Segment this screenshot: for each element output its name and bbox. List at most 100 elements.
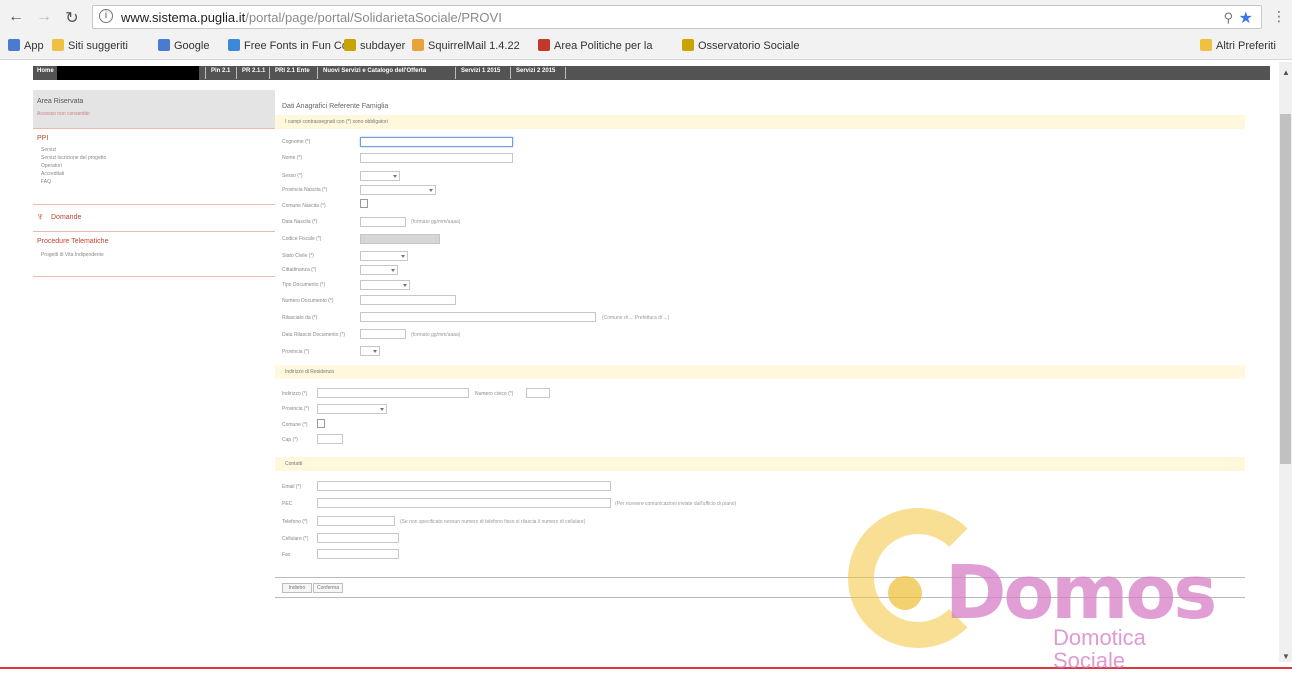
bookmark-area-politiche[interactable]: Area Politiche per la xyxy=(538,39,652,52)
bookmark-other[interactable]: Altri Preferiti xyxy=(1200,39,1276,52)
scroll-up-icon[interactable]: ▲ xyxy=(1282,68,1290,77)
nav-item[interactable]: PRI 2.1 Ente xyxy=(275,68,310,74)
url-text[interactable]: www.sistema.puglia.it/portal/page/portal… xyxy=(121,10,502,25)
conferma-button[interactable]: Conferma xyxy=(313,583,343,593)
sidebar-link[interactable]: Servizi Iscrizione del progetto xyxy=(41,155,106,161)
comune-nascita-checkbox[interactable] xyxy=(360,199,368,208)
page-scrollbar[interactable]: ▲ ▼ xyxy=(1279,62,1292,662)
date-hint: (formato gg/mm/aaaa) xyxy=(411,219,461,225)
nav-item[interactable]: PR 2.1.1 xyxy=(242,68,265,74)
stato-civile-select[interactable] xyxy=(360,251,408,261)
phone-hint: (Se non specificato nessun numero di tel… xyxy=(400,519,586,525)
nav-item[interactable]: Servizi 1 2015 xyxy=(461,68,500,74)
residence-section-band: Indirizzo di Residenza xyxy=(275,365,1245,379)
scroll-down-icon[interactable]: ▼ xyxy=(1282,652,1290,661)
res-provincia-select[interactable] xyxy=(317,404,387,414)
bookmark-icon xyxy=(344,39,356,51)
logo-dot-icon xyxy=(888,576,922,610)
nome-input[interactable] xyxy=(360,153,513,163)
codice-fiscale-input[interactable] xyxy=(360,234,440,244)
field-label: Data Nascita (*) xyxy=(282,219,318,225)
res-comune-checkbox[interactable] xyxy=(317,419,325,428)
section-heading: Indirizzo di Residenza xyxy=(285,369,334,375)
bookmark-osservatorio[interactable]: Osservatorio Sociale xyxy=(682,39,800,52)
email-input[interactable] xyxy=(317,481,611,491)
nav-separator xyxy=(317,67,318,79)
sidebar-link[interactable]: Accreditati xyxy=(41,171,64,177)
nav-item[interactable]: Pin 2.1 xyxy=(211,68,230,74)
indirizzo-input[interactable] xyxy=(317,388,469,398)
field-label: Cellulare (*) xyxy=(282,536,309,542)
provincia-select[interactable] xyxy=(360,346,380,356)
section-title: Procedure Telematiche xyxy=(37,238,109,245)
sidebar-link[interactable]: FAQ xyxy=(41,179,51,185)
nav-item[interactable]: Servizi 2 2015 xyxy=(516,68,555,74)
numero-civico-input[interactable] xyxy=(526,388,550,398)
plug-icon: ♆ xyxy=(36,211,45,223)
browser-toolbar: ← → ↻ i www.sistema.puglia.it/portal/pag… xyxy=(0,0,1292,34)
sidebar-section-domande[interactable]: ♆ Domande xyxy=(33,204,275,231)
sidebar-link[interactable]: Operatori xyxy=(41,163,62,169)
field-label: Fax xyxy=(282,552,291,558)
forward-icon[interactable]: → xyxy=(34,8,54,26)
pec-input[interactable] xyxy=(317,498,611,508)
address-bar[interactable]: i www.sistema.puglia.it/portal/page/port… xyxy=(92,5,1262,29)
sidebar: Area Riservata Accesso non consentito PP… xyxy=(33,90,275,658)
nav-separator xyxy=(269,67,270,79)
info-icon[interactable]: i xyxy=(99,9,113,23)
bookmark-subdayer[interactable]: subdayer xyxy=(344,39,405,52)
required-note: I campi contrassegnati con (*) sono obbl… xyxy=(285,119,388,125)
nav-home[interactable]: Home xyxy=(37,68,54,74)
sesso-select[interactable] xyxy=(360,171,400,181)
nav-separator xyxy=(205,67,206,79)
nav-separator xyxy=(236,67,237,79)
tipo-documento-select[interactable] xyxy=(360,280,410,290)
logo-word: Domos xyxy=(945,550,1217,636)
field-label: Provincia Nascita (*) xyxy=(282,187,328,193)
bookmark-icon xyxy=(52,39,64,51)
bookmark-icon xyxy=(228,39,240,51)
bookmark-free-fonts[interactable]: Free Fonts in Fun Col xyxy=(228,39,350,52)
sidebar-link[interactable]: Progetti di Vita Indipendente xyxy=(41,252,104,258)
data-nascita-input[interactable] xyxy=(360,217,406,227)
data-rilascio-input[interactable] xyxy=(360,329,406,339)
rilasciato-da-input[interactable] xyxy=(360,312,596,322)
reload-icon[interactable]: ↻ xyxy=(62,8,82,28)
field-label: Tipo Documento (*) xyxy=(282,282,326,288)
provincia-nascita-select[interactable] xyxy=(360,185,436,195)
bookmark-squirrelmail[interactable]: SquirrelMail 1.4.22 xyxy=(412,39,520,52)
bookmark-google[interactable]: Google xyxy=(158,39,209,52)
portal-top-nav: Home Pin 2.1 PR 2.1.1 PRI 2.1 Ente Nuovi… xyxy=(33,66,1270,80)
numero-documento-input[interactable] xyxy=(360,295,456,305)
required-note-band: I campi contrassegnati con (*) sono obbl… xyxy=(275,115,1245,129)
bookmark-icon xyxy=(538,39,550,51)
field-label: Telefono (*) xyxy=(282,519,308,525)
bookmark-siti-suggeriti[interactable]: Siti suggeriti xyxy=(52,39,128,52)
zoom-icon[interactable]: ⚲ xyxy=(1223,10,1233,26)
bookmark-star-icon[interactable]: ★ xyxy=(1239,8,1253,28)
cognome-input[interactable] xyxy=(360,137,513,147)
sidebar-link[interactable]: Servizi xyxy=(41,147,56,153)
section-title[interactable]: Domande xyxy=(51,214,81,221)
field-label: Cap (*) xyxy=(282,437,298,443)
field-label: Sesso (*) xyxy=(282,173,303,179)
cellulare-input[interactable] xyxy=(317,533,399,543)
nav-separator xyxy=(455,67,456,79)
area-subtitle: Accesso non consentito xyxy=(37,111,90,117)
bookmark-app[interactable]: App xyxy=(8,39,44,52)
back-icon[interactable]: ← xyxy=(6,8,26,26)
fax-input[interactable] xyxy=(317,549,399,559)
nav-item[interactable]: Nuovi Servizi e Catalogo dell'Offerta xyxy=(323,68,426,74)
scroll-thumb[interactable] xyxy=(1280,114,1291,464)
browser-menu-icon[interactable]: ⋮ xyxy=(1272,8,1286,25)
apps-grid-icon xyxy=(8,39,20,51)
cittadinanza-select[interactable] xyxy=(360,265,398,275)
telefono-input[interactable] xyxy=(317,516,395,526)
bookmark-icon xyxy=(682,39,694,51)
field-label: Nome (*) xyxy=(282,155,303,161)
sidebar-section-ppi: PPI Servizi Servizi Iscrizione del proge… xyxy=(33,128,275,204)
sidebar-divider xyxy=(33,276,275,277)
date-hint: (formato gg/mm/aaaa) xyxy=(411,332,461,338)
cap-input[interactable] xyxy=(317,434,343,444)
indietro-button[interactable]: Indietro xyxy=(282,583,312,593)
